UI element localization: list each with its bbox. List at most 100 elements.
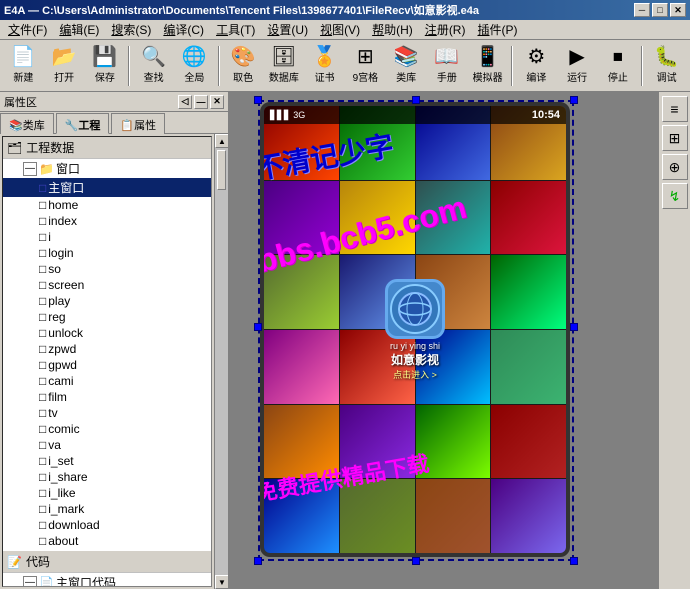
toolbar-save-button[interactable]: 💾 保存	[86, 44, 125, 88]
toolbar-stop-button[interactable]: ⏹ 停止	[599, 44, 638, 88]
home-label: home	[48, 198, 78, 212]
tree-node-i-set[interactable]: □ i_set	[3, 453, 211, 469]
phone-frame[interactable]: ▋▋▋ 3G 10:54 ru yi ying	[260, 102, 570, 557]
toolbar-cert-button[interactable]: 🏅 证书	[305, 44, 344, 88]
tree-scrollbar[interactable]: ▲ ▼	[214, 134, 228, 589]
code-section-icon: 📝	[7, 555, 22, 569]
maximize-button[interactable]: □	[652, 3, 668, 17]
tree-node-va[interactable]: □ va	[3, 437, 211, 453]
menu-register[interactable]: 注册(R)	[419, 19, 472, 40]
tab-library[interactable]: 📚类库	[0, 113, 54, 134]
panel-close-button[interactable]: ✕	[210, 95, 224, 109]
tree-node-gpwd[interactable]: □ gpwd	[3, 357, 211, 373]
toolbar-build-button[interactable]: ⚙ 编译	[517, 44, 556, 88]
menu-file[interactable]: 文件(F)	[2, 19, 53, 40]
panel-pin-button[interactable]: ◁	[178, 95, 192, 109]
film-label: film	[48, 390, 67, 404]
so-label: so	[48, 262, 61, 276]
tree-node-zpwd[interactable]: □ zpwd	[3, 341, 211, 357]
tree-toggle-code[interactable]: —	[23, 576, 37, 588]
tree-node-reg[interactable]: □ reg	[3, 309, 211, 325]
tree-node-window-group[interactable]: — 📁 窗口	[3, 159, 211, 178]
tree-node-cami[interactable]: □ cami	[3, 373, 211, 389]
tree-node-play[interactable]: □ play	[3, 293, 211, 309]
toolbar-color-button[interactable]: 🎨 取色	[224, 44, 263, 88]
right-btn-align[interactable]: ↯	[662, 183, 688, 209]
tab-properties[interactable]: 📋属性	[111, 113, 165, 134]
tree-node-i-share[interactable]: □ i_share	[3, 469, 211, 485]
minimize-button[interactable]: ─	[634, 3, 650, 17]
toolbar-database-button[interactable]: 🗄 数据库	[265, 44, 304, 88]
right-btn-layers[interactable]: ≡	[662, 96, 688, 122]
toolbar-debug-button[interactable]: 🐛 调试	[647, 44, 686, 88]
tree-node-unlock[interactable]: □ unlock	[3, 325, 211, 341]
menu-compile[interactable]: 编译(C)	[157, 19, 210, 40]
tree-node-i-like[interactable]: □ i_like	[3, 485, 211, 501]
handle-tl[interactable]	[254, 96, 262, 104]
handle-bl[interactable]	[254, 557, 262, 565]
close-button[interactable]: ✕	[670, 3, 686, 17]
tree-panel[interactable]: 🗂 工程数据 — 📁 窗口 □ 主窗口 □ home	[2, 136, 212, 587]
toolbar-global-button[interactable]: 🌐 全局	[175, 44, 214, 88]
tree-node-login[interactable]: □ login	[3, 245, 211, 261]
stop-icon: ⏹	[613, 47, 623, 67]
menu-edit[interactable]: 编辑(E)	[53, 19, 105, 40]
menu-search[interactable]: 搜索(S)	[105, 19, 157, 40]
tree-node-so[interactable]: □ so	[3, 261, 211, 277]
main-window-label: 主窗口	[48, 179, 84, 196]
scroll-thumb[interactable]	[217, 150, 226, 190]
toolbar-find-button[interactable]: 🔍 查找	[134, 44, 173, 88]
login-label: login	[48, 246, 73, 260]
poster-6	[340, 181, 415, 255]
toolbar-manual-button[interactable]: 📖 手册	[428, 44, 467, 88]
toolbar-new-button[interactable]: 📄 新建	[4, 44, 43, 88]
toolbar-nine-grid-button[interactable]: ⊞ 9宫格	[346, 44, 385, 88]
save-icon: 💾	[92, 47, 117, 67]
menu-help[interactable]: 帮助(H)	[366, 19, 419, 40]
toolbar-run-label: 运行	[567, 69, 587, 84]
scroll-down-button[interactable]: ▼	[215, 575, 228, 589]
menu-settings[interactable]: 设置(U)	[261, 19, 314, 40]
toolbar-find-label: 查找	[144, 69, 164, 84]
tab-project-icon: 🔧	[65, 120, 79, 132]
scroll-up-button[interactable]: ▲	[215, 134, 228, 148]
canvas-area[interactable]: ▋▋▋ 3G 10:54 ru yi ying	[230, 92, 690, 589]
toolbar-library-button[interactable]: 📚 类库	[387, 44, 426, 88]
handle-br[interactable]	[570, 557, 578, 565]
handle-tm[interactable]	[412, 96, 420, 104]
tree-node-home[interactable]: □ home	[3, 197, 211, 213]
poster-13	[264, 330, 339, 404]
tree-node-film[interactable]: □ film	[3, 389, 211, 405]
tree-node-i-mark[interactable]: □ i_mark	[3, 501, 211, 517]
tab-project[interactable]: 🔧工程	[56, 113, 110, 134]
menu-tools[interactable]: 工具(T)	[210, 19, 261, 40]
tree-node-screen[interactable]: □ screen	[3, 277, 211, 293]
tree-node-main-window[interactable]: □ 主窗口	[3, 178, 211, 197]
tree-node-index[interactable]: □ index	[3, 213, 211, 229]
tree-node-i[interactable]: □ i	[3, 229, 211, 245]
menu-view[interactable]: 视图(V)	[314, 19, 366, 40]
handle-tr[interactable]	[570, 96, 578, 104]
toolbar-open-button[interactable]: 📂 打开	[45, 44, 84, 88]
tree-toggle-window[interactable]: —	[23, 162, 37, 176]
menu-plugins[interactable]: 插件(P)	[471, 19, 523, 40]
toolbar-emulator-button[interactable]: 📱 模拟器	[468, 44, 507, 88]
toolbar-run-button[interactable]: ▶ 运行	[558, 44, 597, 88]
tree-node-comic[interactable]: □ comic	[3, 421, 211, 437]
scroll-track[interactable]	[215, 148, 228, 575]
tree-node-tv[interactable]: □ tv	[3, 405, 211, 421]
tree-node-about[interactable]: □ about	[3, 533, 211, 549]
unlock-label: unlock	[48, 326, 83, 340]
poster-16	[491, 330, 566, 404]
handle-mr[interactable]	[570, 323, 578, 331]
toolbar-save-label: 保存	[95, 69, 115, 84]
right-btn-grid[interactable]: ⊞	[662, 125, 688, 151]
tree-node-code-group[interactable]: — 📄 主窗口代码	[3, 573, 211, 587]
handle-bm[interactable]	[412, 557, 420, 565]
handle-ml[interactable]	[254, 323, 262, 331]
tab-library-icon: 📚	[9, 120, 23, 132]
panel-float-button[interactable]: —	[194, 95, 208, 109]
right-btn-components[interactable]: ⊕	[662, 154, 688, 180]
tree-node-download[interactable]: □ download	[3, 517, 211, 533]
code-section-label: 代码	[26, 553, 50, 570]
